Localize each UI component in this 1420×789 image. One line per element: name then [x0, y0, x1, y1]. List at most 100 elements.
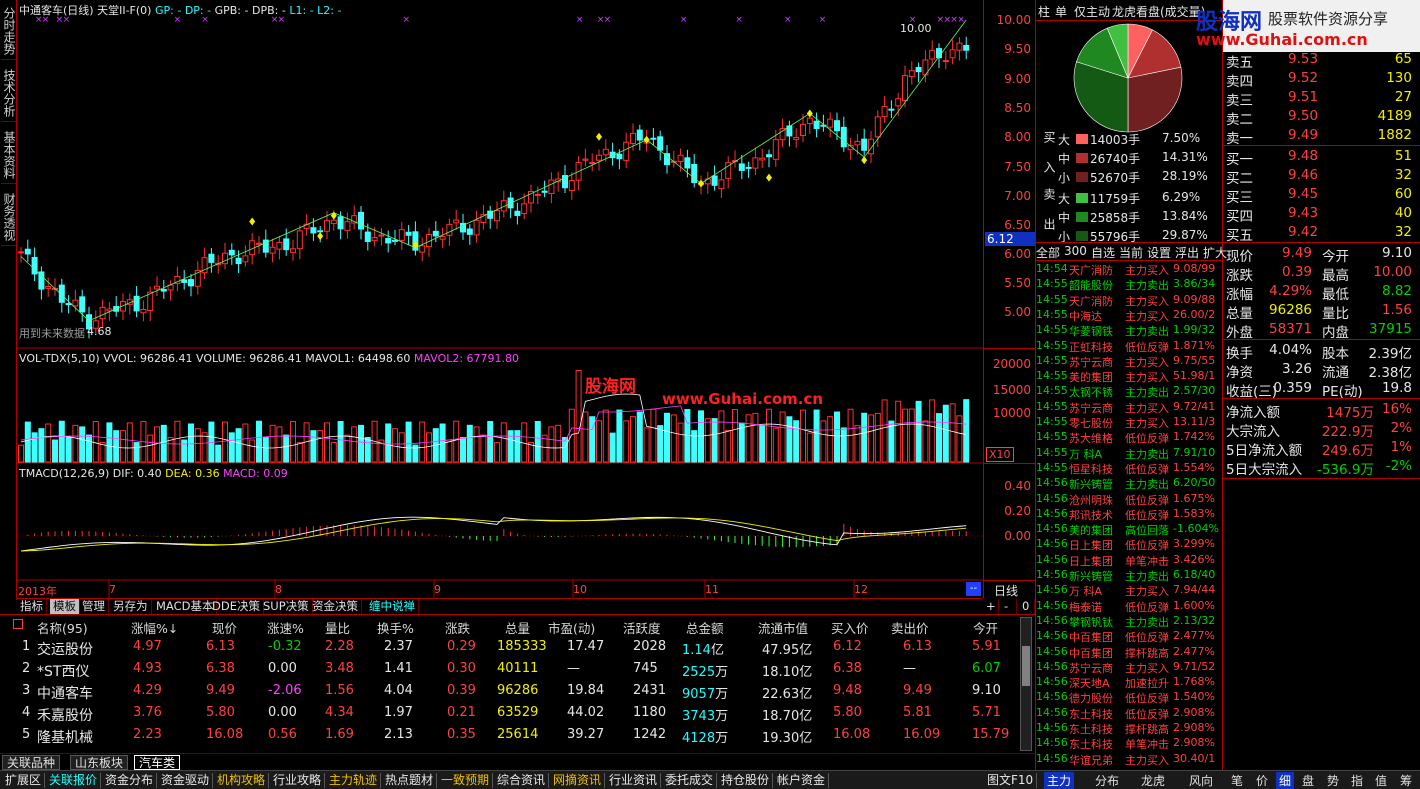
zoom-in-button[interactable]: + — [983, 599, 999, 614]
trade-row[interactable]: 14:56 中百集团 低位反弹 2.477% — [1036, 629, 1222, 645]
filter-tab[interactable]: 扩大 — [1203, 244, 1227, 261]
right-bottom-tab[interactable]: 盘 — [1299, 772, 1317, 789]
tab-auto[interactable]: 汽车类 — [134, 755, 181, 770]
col-price[interactable]: 现价 — [212, 618, 237, 637]
trade-row[interactable]: 14:55 苏宁云商 主力买入 9.75/55 — [1036, 354, 1222, 370]
bottom-tab[interactable]: 关联报价 — [46, 773, 102, 788]
filter-tab[interactable]: 浮出 — [1175, 244, 1199, 261]
kline-chart[interactable]: × × × × × × × × × × × × × × × × × × × × × 中通客车(日线) 天堂II-F(0)… — [17, 0, 983, 598]
bottom-tab[interactable]: 热点题材 — [382, 773, 438, 788]
trade-row[interactable]: 14:56 苏宁云商 主力买入 9.71/52 — [1036, 660, 1222, 676]
col-float-cap[interactable]: 流通市值 — [758, 618, 808, 637]
bottom-tab[interactable]: 行业攻略 — [270, 773, 326, 788]
zoom-out-button[interactable]: - — [1001, 599, 1017, 614]
rtab-single[interactable]: 单 — [1055, 3, 1067, 20]
bottom-tab[interactable]: 一致预期 — [438, 773, 494, 788]
col-speed[interactable]: 涨速% — [267, 618, 304, 637]
filter-tab[interactable]: 300 — [1064, 244, 1087, 258]
tab-fund-decision[interactable]: 资金决策 — [309, 599, 362, 614]
trade-row[interactable]: 14:54 天广消防 主力买入 9.08/99 — [1036, 262, 1222, 278]
quote-row[interactable]: 买三 9.45 60 — [1226, 185, 1416, 206]
right-bottom-tab[interactable]: 笔 — [1228, 772, 1246, 789]
filter-tab[interactable]: 当前 — [1119, 244, 1143, 261]
bottom-tab[interactable]: 资金驱动 — [158, 773, 214, 788]
tab-chan[interactable]: 缠中说禅 — [366, 599, 419, 614]
bottom-tab[interactable]: 委托成交 — [662, 773, 718, 788]
tab-intraday[interactable]: 分时走势 — [1, 2, 16, 60]
col-open[interactable]: 今开 — [973, 618, 998, 637]
bottom-tab[interactable]: 持仓股份 — [718, 773, 774, 788]
trade-row[interactable]: 14:56 新兴铸管 主力卖出 6.20/50 — [1036, 476, 1222, 492]
right-bottom-tab[interactable]: 主力 — [1044, 772, 1075, 789]
filter-tab[interactable]: 自选 — [1091, 244, 1115, 261]
trade-row[interactable]: 14:56 深天地A 加速拉升 1.768% — [1036, 675, 1222, 691]
trade-row[interactable]: 14:55 恒星科技 低位反弹 1.554% — [1036, 461, 1222, 477]
trade-row[interactable]: 14:56 邦讯技术 低位反弹 1.583% — [1036, 507, 1222, 523]
bottom-tab[interactable]: 帐户资金 — [774, 773, 830, 788]
trade-row[interactable]: 14:56 攀钢钒钛 主力卖出 2.13/32 — [1036, 614, 1222, 630]
trade-row[interactable]: 14:56 美的集团 高位回落 -1.604% — [1036, 522, 1222, 538]
trade-row[interactable]: 14:55 正虹科技 低位反弹 1.871% — [1036, 339, 1222, 355]
trade-row[interactable]: 14:56 东土科技 低位反弹 2.908% — [1036, 706, 1222, 722]
tab-technical[interactable]: 技术分析 — [1, 64, 16, 122]
quote-row[interactable]: 卖五 9.53 65 — [1226, 50, 1416, 71]
tab-shandong[interactable]: 山东板块 — [70, 755, 129, 770]
bottom-tab[interactable]: 机构攻略 — [214, 773, 270, 788]
quote-row[interactable]: 卖一 9.49 1882 — [1226, 126, 1416, 147]
col-pe[interactable]: 市盈(动) — [548, 618, 595, 637]
col-amount[interactable]: 总金额 — [686, 618, 724, 637]
rtab-bar[interactable]: 柱 — [1038, 3, 1050, 20]
col-turnover[interactable]: 换手% — [377, 618, 414, 637]
table-row[interactable]: 3 中通客车 4.29 9.49 -2.06 1.56 4.04 0.39 96286 19.84… — [0, 681, 1018, 702]
col-bid[interactable]: 买入价 — [831, 618, 869, 637]
quote-row[interactable]: 买一 9.48 51 — [1226, 147, 1416, 168]
period-label[interactable]: 日线 — [994, 582, 1018, 599]
right-bottom-tab[interactable]: 龙虎 — [1138, 772, 1168, 789]
trade-row[interactable]: 14:56 梅泰诺 低位反弹 1.600% — [1036, 599, 1222, 615]
quote-row[interactable]: 买二 9.46 32 — [1226, 166, 1416, 187]
trade-row[interactable]: 14:55 苏宁云商 主力买入 9.72/41 — [1036, 400, 1222, 416]
table-scrollbar[interactable] — [1020, 617, 1032, 751]
scrollbar-thumb[interactable] — [1022, 646, 1030, 686]
trade-row[interactable]: 14:56 日上集团 低位反弹 3.299% — [1036, 537, 1222, 553]
f10-button[interactable]: 图文F10 — [984, 773, 1038, 788]
trade-row[interactable]: 14:56 新兴铸管 主力卖出 6.18/40 — [1036, 568, 1222, 584]
trade-row[interactable]: 14:55 中海达 主力买入 26.00/2 — [1036, 308, 1222, 324]
trade-row[interactable]: 14:56 沧州明珠 低位反弹 1.675% — [1036, 492, 1222, 508]
scroll-end-button[interactable]: -- — [966, 582, 981, 596]
tab-template[interactable]: 模板 — [50, 599, 80, 614]
trade-row[interactable]: 14:55 太钢不锈 主力卖出 2.57/30 — [1036, 384, 1222, 400]
col-activity[interactable]: 活跃度 — [623, 618, 661, 637]
trade-row[interactable]: 14:55 华菱钢铁 主力卖出 1.99/32 — [1036, 323, 1222, 339]
tab-macd-basic[interactable]: MACD基本 — [153, 599, 218, 614]
table-row[interactable]: 5 隆基机械 2.23 16.08 0.56 1.69 2.13 0.35 25614 39.27… — [0, 725, 1018, 746]
trade-row[interactable]: 14:55 天广消防 主力买入 9.09/88 — [1036, 293, 1222, 309]
filter-tab[interactable]: 全部 — [1036, 244, 1060, 261]
trade-row[interactable]: 14:56 日上集团 单笔冲击 3.426% — [1036, 553, 1222, 569]
tab-indicator[interactable]: 指标 — [17, 599, 47, 614]
right-bottom-tab[interactable]: 筹 — [1397, 772, 1415, 789]
trade-row[interactable]: 14:56 东土科技 单笔冲击 2.908% — [1036, 736, 1222, 752]
right-bottom-tab[interactable]: 分布 — [1092, 772, 1122, 789]
trade-row[interactable]: 14:55 美的集团 主力买入 51.98/1 — [1036, 369, 1222, 385]
trade-row[interactable]: 14:56 东土科技 撑杆跳高 2.908% — [1036, 721, 1222, 737]
right-bottom-tab[interactable]: 势 — [1324, 772, 1342, 789]
table-row[interactable]: 2 *ST西仪 4.93 6.38 0.00 3.48 1.41 0.30 40111 — 745 1… — [0, 659, 1018, 680]
col-vol-ratio[interactable]: 量比 — [325, 618, 350, 637]
bottom-tab[interactable]: 行业资讯 — [606, 773, 662, 788]
col-ask[interactable]: 卖出价 — [891, 618, 929, 637]
trade-row[interactable]: 14:56 万 科A 主力买入 7.94/44 — [1036, 583, 1222, 599]
col-volume[interactable]: 总量 — [505, 618, 530, 637]
table-row[interactable]: 4 禾嘉股份 3.76 5.80 0.00 4.34 1.97 0.21 63529 44.02 1… — [0, 703, 1018, 724]
trade-row[interactable]: 14:55 苏大维格 低位反弹 1.742% — [1036, 430, 1222, 446]
quote-row[interactable]: 卖三 9.51 27 — [1226, 88, 1416, 109]
zoom-reset-button[interactable]: 0 — [1019, 599, 1035, 614]
trade-row[interactable]: 14:56 华谊兄弟 主力买入 30.40/1 — [1036, 752, 1222, 768]
tab-save-as[interactable]: 另存为 — [110, 599, 152, 614]
filter-tab[interactable]: 设置 — [1147, 244, 1171, 261]
bottom-tab[interactable]: 资金分布 — [102, 773, 158, 788]
col-change[interactable]: 涨跌 — [445, 618, 470, 637]
right-bottom-tab[interactable]: 价 — [1253, 772, 1271, 789]
right-bottom-tab[interactable]: 细 — [1276, 772, 1295, 789]
quote-row[interactable]: 卖二 9.50 4189 — [1226, 107, 1416, 128]
